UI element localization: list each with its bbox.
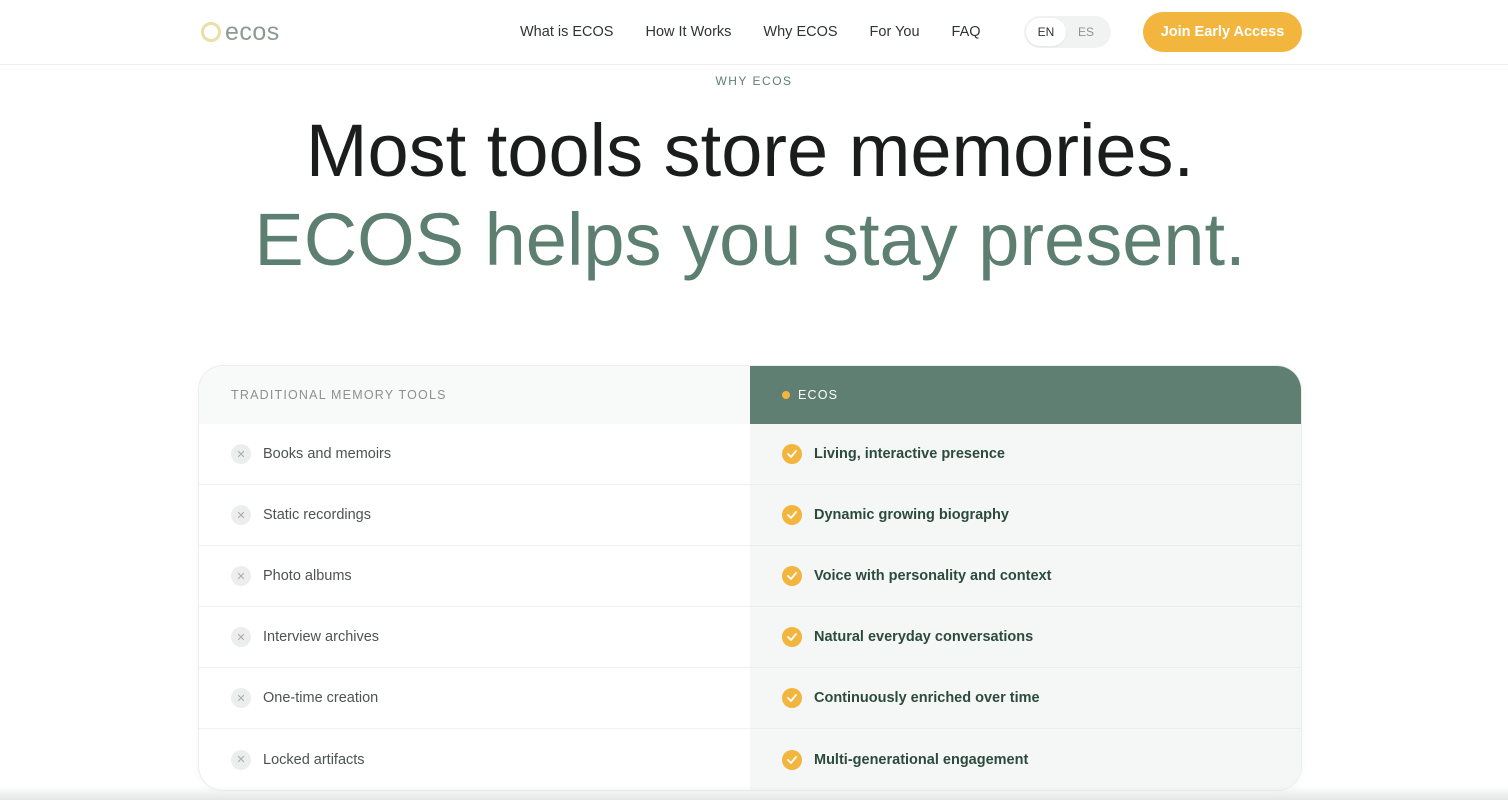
- close-icon: ✕: [231, 749, 251, 770]
- list-item-label: Static recordings: [263, 507, 371, 523]
- list-item: Natural everyday conversations: [750, 607, 1301, 668]
- list-item: ✕ One-time creation: [199, 668, 750, 729]
- logo[interactable]: ecos: [201, 18, 280, 46]
- main-nav: What is ECOS How It Works Why ECOS For Y…: [520, 0, 981, 64]
- logo-ring-icon: [201, 22, 221, 42]
- comparison-card: TRADITIONAL MEMORY TOOLS ✕ Books and mem…: [199, 366, 1301, 790]
- list-item-label: Interview archives: [263, 629, 380, 645]
- headline-line-2: ECOS helps you stay present.: [254, 198, 1246, 281]
- close-icon: ✕: [231, 444, 251, 464]
- nav-what-is-ecos[interactable]: What is ECOS: [520, 24, 613, 40]
- check-icon: [782, 688, 802, 708]
- list-item-label: Books and memoirs: [263, 446, 392, 462]
- nav-for-you[interactable]: For You: [870, 24, 920, 40]
- ecos-column-title: ECOS: [798, 388, 839, 402]
- list-item: ✕ Photo albums: [199, 546, 750, 607]
- close-icon: ✕: [231, 566, 251, 586]
- list-item-label: Locked artifacts: [263, 751, 365, 768]
- close-icon: ✕: [231, 688, 251, 708]
- list-item: ✕ Interview archives: [199, 607, 750, 668]
- check-icon: [782, 749, 802, 770]
- nav-how-it-works[interactable]: How It Works: [645, 24, 731, 40]
- status-dot-icon: [782, 391, 790, 399]
- nav-why-ecos[interactable]: Why ECOS: [763, 24, 837, 40]
- list-item-label: Living, interactive presence: [814, 446, 1005, 462]
- join-early-access-button[interactable]: Join Early Access: [1143, 12, 1302, 52]
- logo-text: ecos: [225, 17, 280, 46]
- list-item-label: Photo albums: [263, 568, 352, 584]
- list-item-label: Multi-generational engagement: [814, 751, 1029, 768]
- list-item-label: Dynamic growing biography: [814, 507, 1009, 523]
- list-item: ✕ Static recordings: [199, 485, 750, 546]
- lang-en-button[interactable]: EN: [1026, 18, 1066, 46]
- list-item-label: One-time creation: [263, 690, 379, 706]
- list-item: Voice with personality and context: [750, 546, 1301, 607]
- bottom-shadow: [0, 786, 1508, 800]
- list-item: ✕ Books and memoirs: [199, 424, 750, 485]
- check-icon: [782, 444, 802, 464]
- nav-faq[interactable]: FAQ: [952, 24, 981, 40]
- check-icon: [782, 505, 802, 525]
- check-icon: [782, 566, 802, 586]
- check-icon: [782, 627, 802, 647]
- list-item: ✕ Locked artifacts: [199, 729, 750, 790]
- site-header: ecos What is ECOS How It Works Why ECOS …: [0, 0, 1508, 65]
- headline-line-1: Most tools store memories.: [305, 109, 1195, 192]
- list-item-label: Natural everyday conversations: [814, 629, 1034, 645]
- lang-es-button[interactable]: ES: [1066, 18, 1106, 46]
- traditional-column: TRADITIONAL MEMORY TOOLS ✕ Books and mem…: [199, 366, 750, 790]
- ecos-column-header: ECOS: [750, 366, 1301, 424]
- list-item-label: Voice with personality and context: [814, 568, 1052, 584]
- close-icon: ✕: [231, 627, 251, 647]
- traditional-column-title: TRADITIONAL MEMORY TOOLS: [199, 366, 750, 424]
- section-eyebrow: WHY ECOS: [715, 74, 793, 88]
- list-item: Continuously enriched over time: [750, 668, 1301, 729]
- list-item: Multi-generational engagement: [750, 729, 1301, 790]
- list-item: Dynamic growing biography: [750, 485, 1301, 546]
- list-item: Living, interactive presence: [750, 424, 1301, 485]
- list-item-label: Continuously enriched over time: [814, 690, 1040, 706]
- close-icon: ✕: [231, 505, 251, 525]
- language-switcher: EN ES: [1024, 16, 1111, 48]
- ecos-column: ECOS Living, interactive presence Dynami…: [750, 366, 1301, 790]
